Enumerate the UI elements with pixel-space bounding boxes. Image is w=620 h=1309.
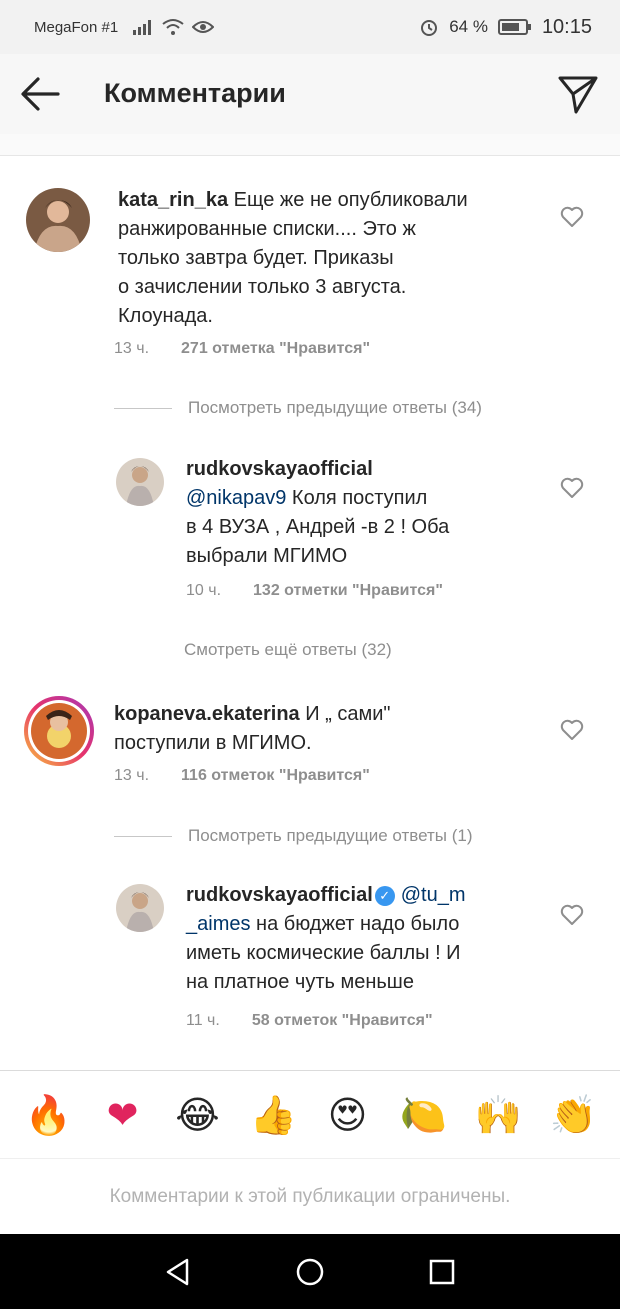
comment-body: kata_rin_ka Еще же не опубликовали ранжи… <box>118 186 538 331</box>
comment-text-line: Еще же не опубликовали <box>233 189 468 211</box>
comment-body: rudkovskayaofficial @nikapav9 Коля посту… <box>186 455 536 571</box>
recents-square-icon[interactable] <box>426 1256 458 1288</box>
back-triangle-icon[interactable] <box>162 1256 194 1288</box>
battery-percent: 64 % <box>449 17 488 36</box>
carrier-label: MegaFon #1 <box>34 18 119 36</box>
verified-badge-icon: ✓ <box>374 885 395 906</box>
comment-likes[interactable]: 116 отметок "Нравится" <box>181 767 370 785</box>
see-more-replies[interactable]: Смотреть ещё ответы (32) <box>184 640 392 660</box>
comment-text-line: на платное чуть меньше <box>186 971 414 993</box>
comment-text-line: Коля поступил <box>286 487 428 509</box>
view-previous-replies[interactable]: Посмотреть предыдущие ответы (1) <box>114 826 473 846</box>
mention-link[interactable]: @tu_m <box>401 884 466 906</box>
heart-outline-icon[interactable] <box>560 477 584 499</box>
heart-outline-icon[interactable] <box>560 206 584 228</box>
thumbs-up-emoji-button[interactable]: 👍 <box>250 1095 297 1135</box>
comment-likes[interactable]: 271 отметка "Нравится" <box>181 340 370 358</box>
comment-text-line: ранжированные списки.... Это ж <box>118 218 416 240</box>
comment-meta: 13 ч. 271 отметка "Нравится" <box>114 340 370 358</box>
header-divider <box>0 134 620 156</box>
paper-plane-icon[interactable] <box>556 72 600 116</box>
comment-meta: 13 ч. 116 отметок "Нравится" <box>114 767 370 785</box>
avatar[interactable] <box>116 884 164 932</box>
heart-eyes-emoji-button[interactable]: 😍 <box>325 1095 371 1135</box>
comment-time: 13 ч. <box>114 340 150 357</box>
comment-text-line: Клоунада. <box>118 305 213 327</box>
status-bar: MegaFon #1 64 % 10:15 <box>0 0 620 54</box>
mention-link[interactable]: @nikapav9 <box>186 487 286 509</box>
comment-text-line: иметь космические баллы ! И <box>186 942 461 964</box>
laughing-emoji-button[interactable]: 😂 <box>175 1095 221 1135</box>
comment-likes[interactable]: 132 отметки "Нравится" <box>253 582 443 600</box>
quick-reactions-bar: 🔥 ❤ 😂 👍 😍 🍋 🙌 👏 <box>0 1070 620 1158</box>
raising-hands-emoji-button[interactable]: 🙌 <box>475 1095 522 1135</box>
comment-time: 13 ч. <box>114 767 150 784</box>
fire-emoji-button[interactable]: 🔥 <box>25 1095 72 1135</box>
battery-icon <box>497 19 531 35</box>
app-header: Комментарии <box>0 54 620 134</box>
system-nav-bar <box>0 1234 620 1309</box>
heart-emoji-button[interactable]: ❤ <box>100 1095 146 1135</box>
comment-text-line: И „ сами" <box>305 703 391 725</box>
view-previous-replies-label: Посмотреть предыдущие ответы (1) <box>188 826 473 845</box>
comment-username[interactable]: kata_rin_ka <box>118 189 228 211</box>
comment-meta: 10 ч. 132 отметки "Нравится" <box>186 582 443 600</box>
comment-text-line: только завтра будет. Приказы <box>118 247 394 269</box>
mention-link[interactable]: _aimes <box>186 913 250 935</box>
see-more-replies-label: Смотреть ещё ответы (32) <box>184 640 392 659</box>
heart-outline-icon[interactable] <box>560 904 584 926</box>
signal-icon <box>133 20 152 35</box>
comment-username[interactable]: rudkovskayaofficial <box>186 458 373 480</box>
clock: 10:15 <box>541 15 592 38</box>
comment-body: kopaneva.ekaterina И „ сами" поступили в… <box>114 700 544 758</box>
comment-time: 10 ч. <box>186 582 222 599</box>
wifi-icon <box>162 19 184 35</box>
comment-username[interactable]: rudkovskayaofficial <box>186 884 373 906</box>
comment-body: rudkovskayaofficial ✓ @tu_m _aimes на бюдж… <box>186 881 546 997</box>
lemon-emoji-button[interactable]: 🍋 <box>400 1095 447 1135</box>
page-title: Комментарии <box>104 78 286 108</box>
comments-restricted-notice: Комментарии к этой публикации ограничены… <box>0 1158 620 1234</box>
heart-outline-icon[interactable] <box>560 719 584 741</box>
comment-likes[interactable]: 58 отметок "Нравится" <box>252 1012 433 1030</box>
clapping-emoji-button[interactable]: 👏 <box>550 1095 597 1135</box>
comment-text-line: о зачислении только 3 августа. <box>118 276 407 298</box>
avatar-story-ring[interactable] <box>22 694 96 768</box>
avatar[interactable] <box>116 458 164 506</box>
thread-divider <box>114 407 172 409</box>
comment-text-line: поступили в МГИМО. <box>114 732 312 754</box>
comment-text-line: выбрали МГИМО <box>186 545 348 567</box>
comment-time: 11 ч. <box>186 1012 220 1029</box>
comment-username[interactable]: kopaneva.ekaterina <box>114 703 300 725</box>
comment-text-line: в 4 ВУЗА , Андрей -в 2 ! Оба <box>186 516 450 538</box>
home-circle-icon[interactable] <box>294 1256 326 1288</box>
eye-icon <box>192 21 215 33</box>
alarm-icon <box>421 20 438 36</box>
avatar[interactable] <box>26 188 90 252</box>
view-previous-replies-label: Посмотреть предыдущие ответы (34) <box>188 398 482 417</box>
arrow-left-icon[interactable] <box>18 74 62 114</box>
comment-meta: 11 ч. 58 отметок "Нравится" <box>186 1012 433 1030</box>
thread-divider <box>114 835 172 837</box>
view-previous-replies[interactable]: Посмотреть предыдущие ответы (34) <box>114 398 482 418</box>
comment-text-line: на бюджет надо было <box>250 913 460 935</box>
